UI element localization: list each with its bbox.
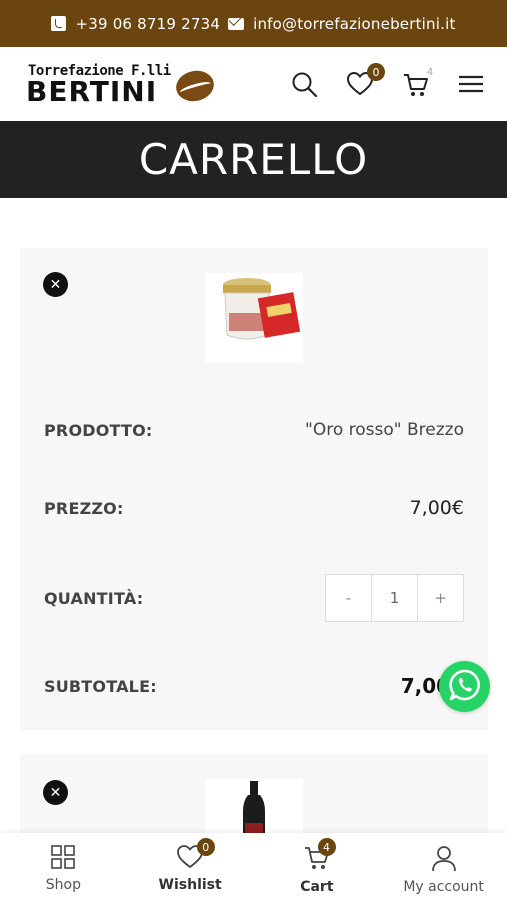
quantity-decrease-button[interactable]: - <box>326 575 371 621</box>
wishlist-count-badge: 0 <box>367 63 385 81</box>
hamburger-menu-icon[interactable] <box>459 75 483 97</box>
nav-account[interactable]: My account <box>380 833 507 900</box>
price-value: 7,00€ <box>409 497 464 519</box>
cart-count-badge: 4 <box>426 66 434 78</box>
subtotal-label: SUBTOTALE: <box>44 676 157 696</box>
product-name-link[interactable]: "Oro rosso" Brezzo <box>305 420 464 440</box>
site-logo[interactable]: Torrefazione F.lli BERTINI <box>26 63 217 108</box>
contact-topbar: +39 06 8719 2734 info@torrefazionebertin… <box>0 0 507 47</box>
grid-icon <box>50 844 76 874</box>
quantity-increase-button[interactable]: + <box>418 575 463 621</box>
logo-line2: BERTINI <box>26 75 158 108</box>
quantity-input[interactable]: 1 <box>371 575 418 621</box>
nav-wishlist[interactable]: 0 Wishlist <box>127 833 254 900</box>
nav-account-label: My account <box>403 879 484 895</box>
quantity-stepper: - 1 + <box>325 574 464 622</box>
nav-cart[interactable]: 4 Cart <box>254 833 381 900</box>
nav-shop[interactable]: Shop <box>0 833 127 900</box>
email-link[interactable]: info@torrefazionebertini.it <box>253 15 455 33</box>
bottom-navigation: Shop 0 Wishlist 4 Cart My account <box>0 833 507 900</box>
remove-item-button[interactable]: ✕ <box>43 780 68 805</box>
quantity-label: QUANTITÀ: <box>44 588 144 608</box>
price-label: PREZZO: <box>44 498 124 518</box>
email-icon <box>228 17 245 30</box>
subtotal-row: SUBTOTALE: 7,00€ <box>44 674 464 698</box>
whatsapp-icon <box>448 668 482 706</box>
user-icon <box>430 844 458 876</box>
wishlist-count-badge: 0 <box>196 838 215 856</box>
remove-item-button[interactable]: ✕ <box>43 272 68 297</box>
nav-wishlist-label: Wishlist <box>158 877 222 893</box>
site-header: Torrefazione F.lli BERTINI 0 4 <box>0 47 507 121</box>
whatsapp-chat-button[interactable] <box>439 661 490 712</box>
nav-cart-label: Cart <box>300 879 334 895</box>
coffee-bean-icon <box>173 67 217 105</box>
nav-shop-label: Shop <box>45 877 81 893</box>
page-title: CARRELLO <box>138 135 369 184</box>
phone-icon <box>51 16 67 31</box>
cart-item-card: ✕ PRODOTTO: "Oro rosso" Brezzo PREZZO: 7… <box>20 248 488 730</box>
product-label: PRODOTTO: <box>44 420 153 440</box>
quantity-row: QUANTITÀ: - 1 + <box>44 574 464 622</box>
product-row: PRODOTTO: "Oro rosso" Brezzo <box>44 420 464 440</box>
cart-count-badge: 4 <box>317 838 336 856</box>
phone-link[interactable]: +39 06 8719 2734 <box>75 15 220 33</box>
page-title-bar: CARRELLO <box>0 121 507 198</box>
price-row: PREZZO: 7,00€ <box>44 497 464 519</box>
search-icon[interactable] <box>291 71 319 103</box>
product-thumbnail[interactable] <box>205 273 303 363</box>
